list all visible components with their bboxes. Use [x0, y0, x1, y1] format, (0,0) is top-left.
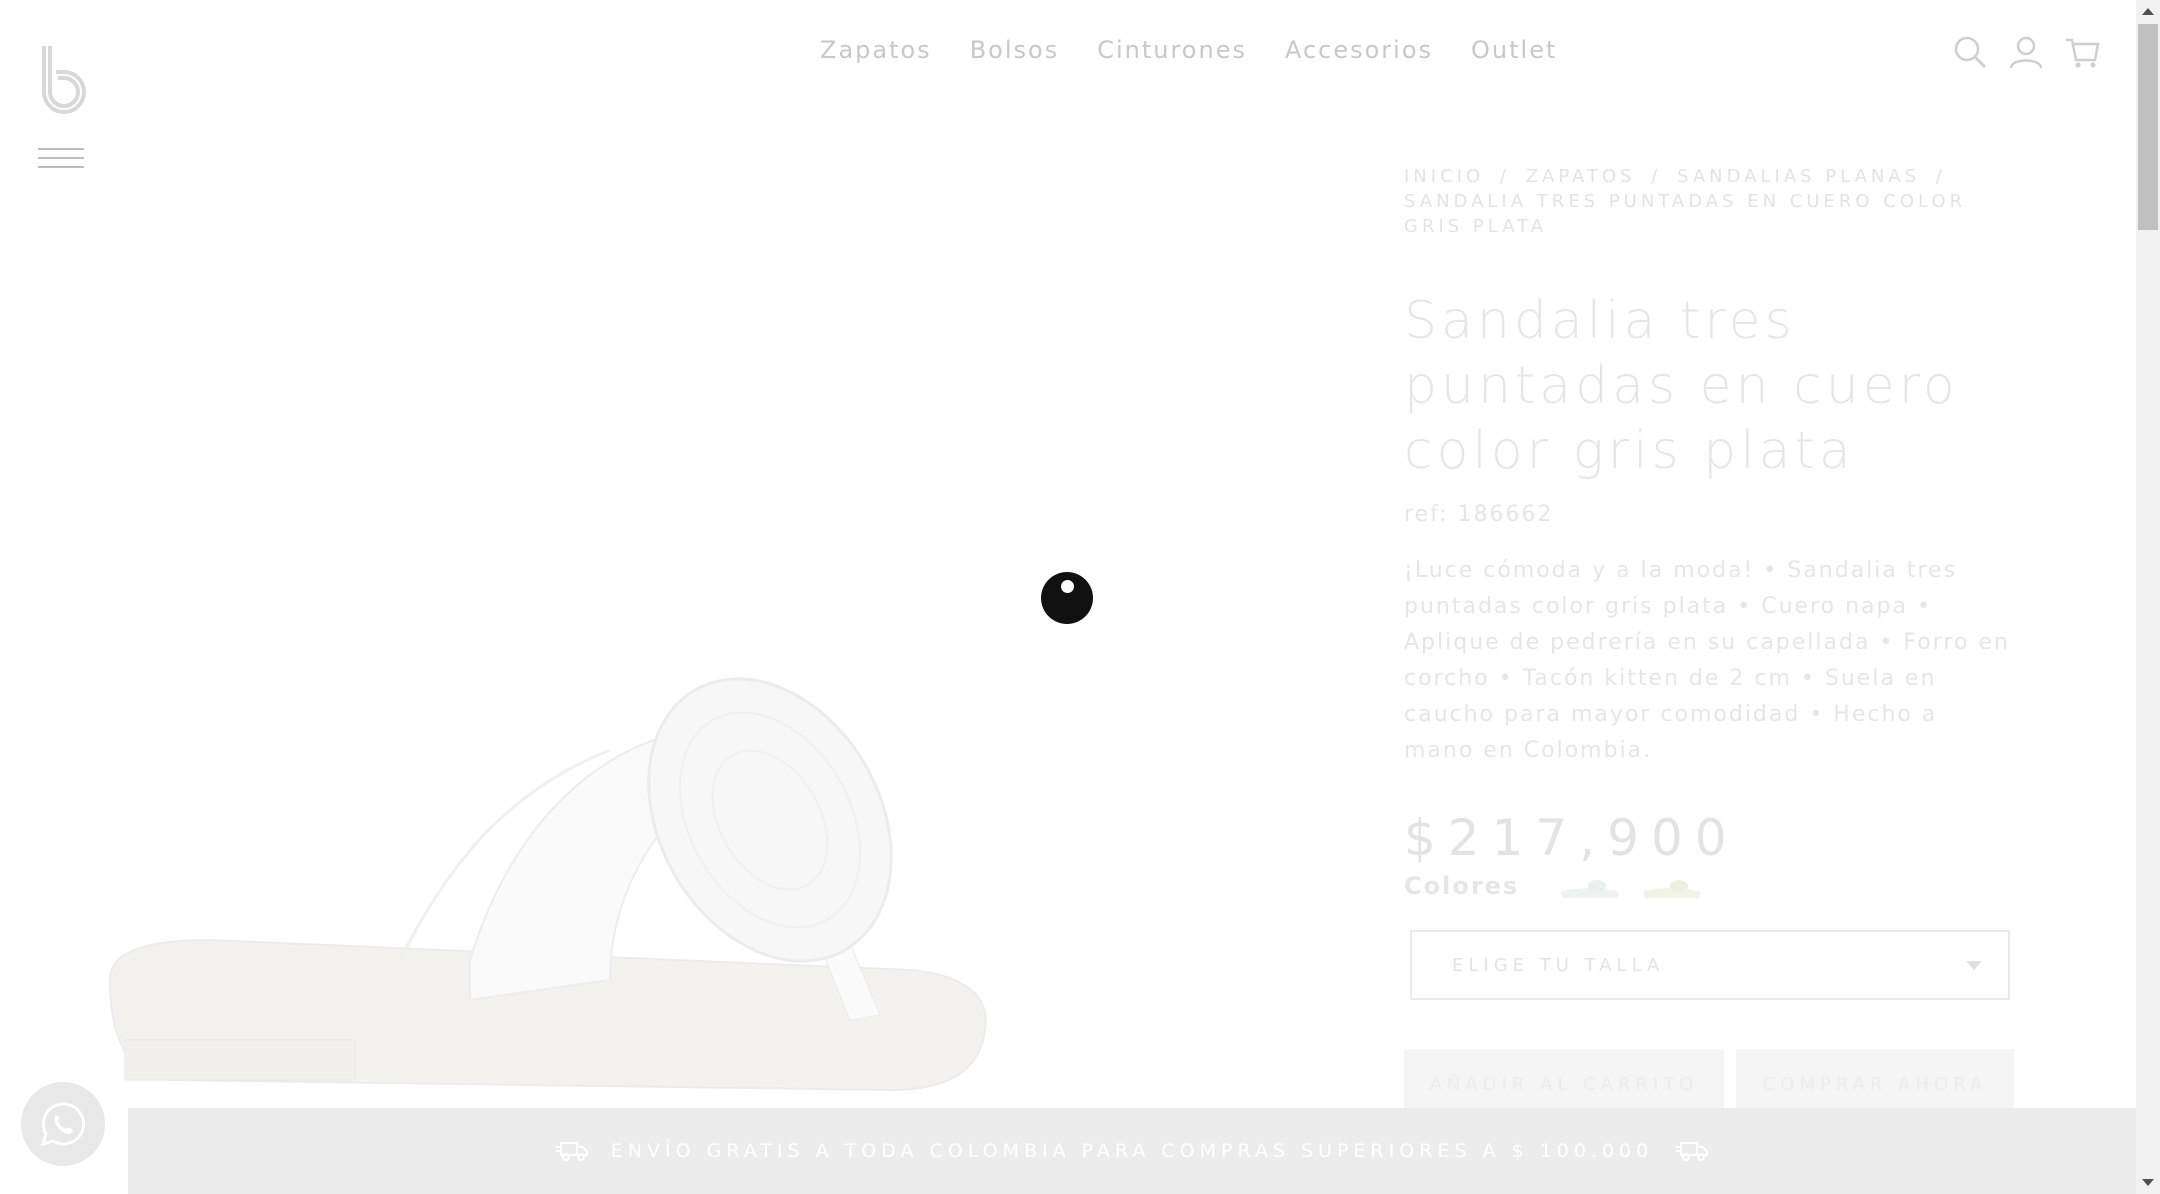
scroll-down-arrow-icon[interactable]: [2142, 1179, 2154, 1186]
main-nav: Zapatos Bolsos Cinturones Accesorios Out…: [820, 36, 1557, 64]
size-select-label: ELIGE TU TALLA: [1452, 954, 1665, 976]
colors-row: Colores: [1404, 872, 1703, 900]
truck-icon: [554, 1142, 588, 1161]
page: Zapatos Bolsos Cinturones Accesorios Out…: [0, 0, 2136, 1194]
breadcrumb-home[interactable]: INICIO: [1404, 166, 1484, 187]
breadcrumb-current: SANDALIA TRES PUNTADAS EN CUERO COLOR GR…: [1404, 191, 1967, 237]
search-icon[interactable]: [1952, 34, 1988, 70]
product-ref: ref: 186662: [1404, 502, 1554, 527]
nav-item-cinturones[interactable]: Cinturones: [1097, 36, 1247, 64]
header-icons: [1952, 34, 2100, 70]
chevron-down-icon: [1966, 960, 1982, 970]
breadcrumb-zapatos[interactable]: ZAPATOS: [1526, 166, 1636, 187]
color-swatch-silver[interactable]: [1559, 872, 1621, 900]
product-description: ¡Luce cómoda y a la moda! • Sandalia tre…: [1404, 558, 2010, 763]
scroll-up-arrow-icon[interactable]: [2142, 8, 2154, 15]
product-image: [108, 677, 987, 1092]
product-title: Sandalia tres puntadas en cuero color gr…: [1404, 291, 1959, 481]
shipping-banner-text: ENVÍO GRATIS A TODA COLOMBIA PARA COMPRA…: [610, 1140, 1654, 1162]
product-info: INICIO / ZAPATOS / SANDALIAS PLANAS / SA…: [1404, 164, 2014, 867]
product-price: $217,900: [1404, 809, 1739, 867]
breadcrumb-sandalias-planas[interactable]: SANDALIAS PLANAS: [1677, 166, 1920, 187]
color-swatch-gold[interactable]: [1641, 872, 1703, 900]
nav-item-accesorios[interactable]: Accesorios: [1285, 36, 1433, 64]
cart-icon[interactable]: [2064, 34, 2100, 70]
nav-item-bolsos[interactable]: Bolsos: [970, 36, 1060, 64]
brand-logo[interactable]: [38, 44, 90, 114]
breadcrumb-separator: /: [1651, 166, 1662, 187]
colors-label: Colores: [1404, 872, 1520, 900]
breadcrumb-separator: /: [1935, 166, 1946, 187]
nav-item-outlet[interactable]: Outlet: [1471, 36, 1557, 64]
breadcrumb: INICIO / ZAPATOS / SANDALIAS PLANAS / SA…: [1404, 164, 2014, 239]
user-icon[interactable]: [2008, 34, 2044, 70]
truck-icon: [1675, 1142, 1709, 1161]
breadcrumb-separator: /: [1499, 166, 1510, 187]
scrollbar-thumb[interactable]: [2138, 24, 2158, 230]
page-scrollbar[interactable]: [2136, 0, 2160, 1194]
nav-item-zapatos[interactable]: Zapatos: [820, 36, 932, 64]
whatsapp-button[interactable]: [21, 1082, 105, 1166]
whatsapp-icon: [40, 1102, 85, 1147]
loading-spinner: [1041, 572, 1093, 624]
shipping-banner: ENVÍO GRATIS A TODA COLOMBIA PARA COMPRA…: [128, 1108, 2136, 1194]
menu-hamburger-button[interactable]: [38, 148, 84, 170]
size-select[interactable]: ELIGE TU TALLA: [1410, 930, 2010, 1000]
